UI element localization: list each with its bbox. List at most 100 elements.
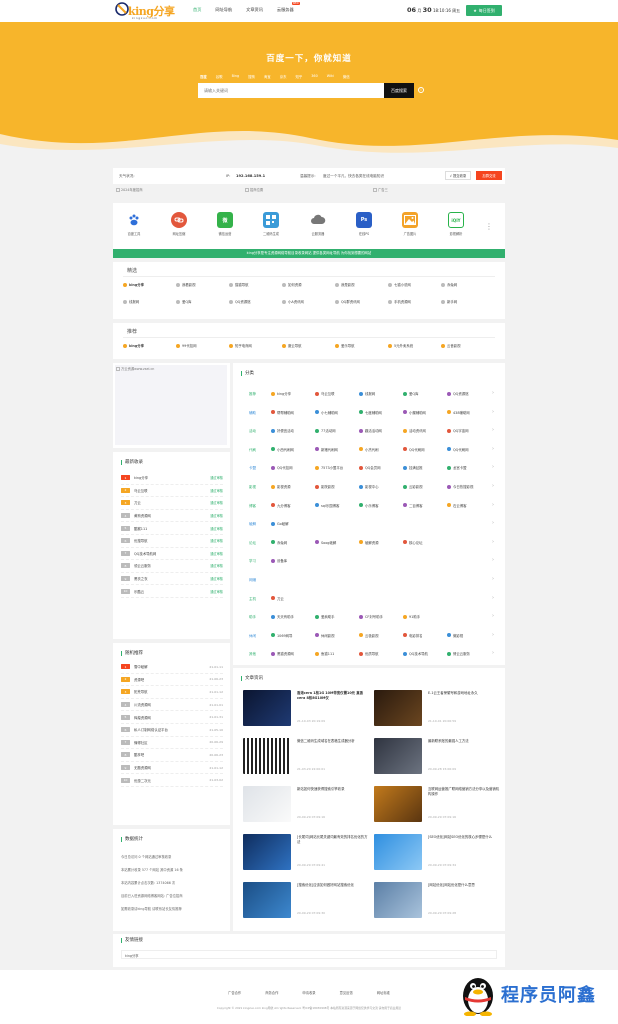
site-link[interactable]: 七猫小说网 bbox=[388, 282, 441, 287]
engine-tab[interactable]: 搜狗 bbox=[248, 74, 255, 79]
site-link[interactable]: 知乎电商网 bbox=[229, 343, 282, 348]
site-link[interactable]: 如何资源 bbox=[282, 282, 335, 287]
footer-link[interactable]: 意见反馈 bbox=[340, 990, 353, 995]
site-link[interactable]: QQ会员网 bbox=[359, 465, 403, 470]
site-link[interactable]: 优质导航 bbox=[359, 651, 403, 656]
site-link[interactable]: king分享 bbox=[123, 343, 176, 348]
site-link[interactable]: 91助手 bbox=[403, 614, 447, 619]
footer-link[interactable]: 申请收录 bbox=[302, 990, 315, 995]
chevron-right-icon[interactable]: › bbox=[492, 650, 494, 656]
category-name[interactable]: 博客 bbox=[249, 504, 256, 509]
nav-home[interactable]: 首页 bbox=[193, 7, 201, 13]
site-link[interactable]: 小杰代刷 bbox=[359, 447, 403, 452]
engine-tab[interactable]: 京东 bbox=[280, 74, 287, 79]
category-name[interactable]: 破解 bbox=[249, 522, 256, 527]
site-link[interactable]: Go破解 bbox=[271, 521, 315, 526]
list-item[interactable]: 3 拓荒导航 21-01-12 bbox=[121, 686, 223, 699]
category-name[interactable]: 卡盟 bbox=[249, 466, 256, 471]
news-item[interactable]: 互联网运营推广联网络营销方法分享以及营销机构操作 20-09-29 07:09:1… bbox=[374, 786, 502, 826]
app-baidu[interactable]: 百度工具 bbox=[120, 212, 148, 236]
site-link[interactable]: 刀云 bbox=[271, 596, 315, 601]
list-item[interactable]: 10 乐酷云 通过审核 bbox=[121, 585, 223, 598]
site-link[interactable]: 趣活活动网 bbox=[359, 428, 403, 433]
friend-link[interactable]: king分享 bbox=[121, 950, 497, 959]
category-name[interactable]: 其他 bbox=[249, 652, 256, 657]
category-name[interactable]: 辅助 bbox=[249, 411, 256, 416]
app-cloud[interactable]: 云服务器 bbox=[304, 212, 332, 236]
site-link[interactable]: 乌云互联 bbox=[315, 391, 359, 396]
site-link[interactable]: 设备库 bbox=[271, 558, 315, 563]
chevron-right-icon[interactable]: › bbox=[492, 613, 494, 619]
site-link[interactable]: 挂满钻推 bbox=[403, 465, 447, 470]
site-link[interactable]: 我是影视 bbox=[335, 282, 388, 287]
site-link[interactable]: 云极影视 bbox=[359, 633, 403, 638]
site-link[interactable]: 情云云服务 bbox=[447, 651, 491, 656]
site-link[interactable]: 魔云导航 bbox=[282, 343, 335, 348]
contribute-button[interactable]: √ 提交收录 bbox=[445, 171, 471, 180]
site-link[interactable]: QQ群资讯网 bbox=[335, 299, 388, 304]
chevron-right-icon[interactable]: › bbox=[492, 632, 494, 638]
join-group-button[interactable]: 加群交流 bbox=[476, 171, 502, 180]
list-item[interactable]: 5 酷猴111 通过审核 bbox=[121, 522, 223, 535]
category-name[interactable]: 网赚 bbox=[249, 578, 256, 583]
site-link[interactable]: 手机资源网 bbox=[388, 299, 441, 304]
list-item[interactable]: 1 雪中破解 21-01-11 bbox=[121, 661, 223, 674]
chevron-right-icon[interactable]: › bbox=[492, 483, 494, 489]
site-link[interactable]: 微影视 bbox=[447, 633, 491, 638]
engine-tab[interactable]: 谷歌 bbox=[216, 74, 223, 79]
app-link[interactable]: 网址压缩 bbox=[165, 212, 193, 236]
site-link[interactable]: 影视资源 bbox=[271, 484, 315, 489]
site-link[interactable]: 云影影视 bbox=[403, 484, 447, 489]
news-item[interactable]: 新站如何快速获得搜索引擎收录 20-09-29 07:09:16 bbox=[243, 786, 371, 826]
site-link[interactable]: king分享 bbox=[271, 391, 315, 396]
list-item[interactable]: 5 辉煌资源网 21-01-31 bbox=[121, 711, 223, 724]
site-link[interactable]: 新手网 bbox=[441, 299, 494, 304]
site-link[interactable]: 休闲影视 bbox=[315, 633, 359, 638]
site-link[interactable]: 线报网 bbox=[123, 299, 176, 304]
site-logo[interactable]: king分享 kingzuo.com bbox=[115, 2, 185, 20]
nav-sites[interactable]: 网址导航 bbox=[215, 7, 232, 13]
site-link[interactable]: 黑猫资源网 bbox=[271, 651, 315, 656]
site-link[interactable]: QQ代刷网 bbox=[447, 447, 491, 452]
category-name[interactable]: 影视 bbox=[249, 485, 256, 490]
list-item[interactable]: 6 优搜导航 通过审核 bbox=[121, 535, 223, 548]
site-link[interactable]: 小乐博客 bbox=[359, 503, 403, 508]
site-link[interactable]: 核心论坛 bbox=[403, 540, 447, 545]
site-link[interactable]: 我看影视 bbox=[176, 282, 229, 287]
search-input[interactable] bbox=[198, 83, 385, 98]
category-name[interactable]: 论坛 bbox=[249, 541, 256, 546]
site-link[interactable]: 5元外卖系统 bbox=[388, 343, 441, 348]
site-link[interactable]: 爱Q库 bbox=[403, 391, 447, 396]
engine-tab[interactable]: 360 bbox=[311, 74, 317, 79]
engine-tab[interactable]: 知乎 bbox=[295, 74, 302, 79]
category-name[interactable]: 主机 bbox=[249, 597, 256, 602]
site-link[interactable]: 新猪代刷网 bbox=[315, 447, 359, 452]
chevron-right-icon[interactable]: › bbox=[492, 557, 494, 563]
chevron-right-icon[interactable]: › bbox=[492, 595, 494, 601]
left-ad-card[interactable]: 万云资源www.zsei.cn bbox=[113, 363, 230, 448]
chevron-right-icon[interactable]: › bbox=[492, 539, 494, 545]
site-link[interactable]: 7573小盟平台 bbox=[315, 465, 359, 470]
category-name[interactable]: 助手 bbox=[249, 615, 256, 620]
list-item[interactable]: 4 川流资源网 21-01-01 bbox=[121, 699, 223, 712]
site-link[interactable]: 99代挂网 bbox=[176, 343, 229, 348]
site-link[interactable]: 影院影视 bbox=[315, 484, 359, 489]
app-wechat[interactable]: 微 微信运营 bbox=[211, 212, 239, 236]
site-link[interactable]: 猫猫导航 bbox=[229, 282, 282, 287]
ad-slot-2[interactable]: 招商位置 bbox=[245, 187, 263, 192]
site-link[interactable]: 77活动网 bbox=[315, 428, 359, 433]
site-link[interactable]: 影视中心 bbox=[359, 484, 403, 489]
list-item[interactable]: 7 QQ技术导航网 通过审核 bbox=[121, 548, 223, 561]
ad-slot-1[interactable]: 2024年度招商 bbox=[116, 187, 143, 192]
list-item[interactable]: 9 无题资源网 21-01-12 bbox=[121, 762, 223, 775]
chevron-right-icon[interactable]: › bbox=[492, 520, 494, 526]
list-item[interactable]: 3 刀云 通过审核 bbox=[121, 497, 223, 510]
site-link[interactable]: Soog破解 bbox=[315, 540, 359, 545]
category-name[interactable]: 学习 bbox=[249, 559, 256, 564]
ad-slot-3[interactable]: 广告三 bbox=[373, 187, 388, 192]
site-link[interactable]: 小A资讯网 bbox=[282, 299, 335, 304]
chevron-right-icon[interactable]: › bbox=[492, 390, 494, 396]
site-link[interactable]: 赤兔网 bbox=[441, 282, 494, 287]
chevron-right-icon[interactable]: › bbox=[492, 446, 494, 452]
site-link[interactable]: 帮帮辅助网 bbox=[271, 410, 315, 415]
